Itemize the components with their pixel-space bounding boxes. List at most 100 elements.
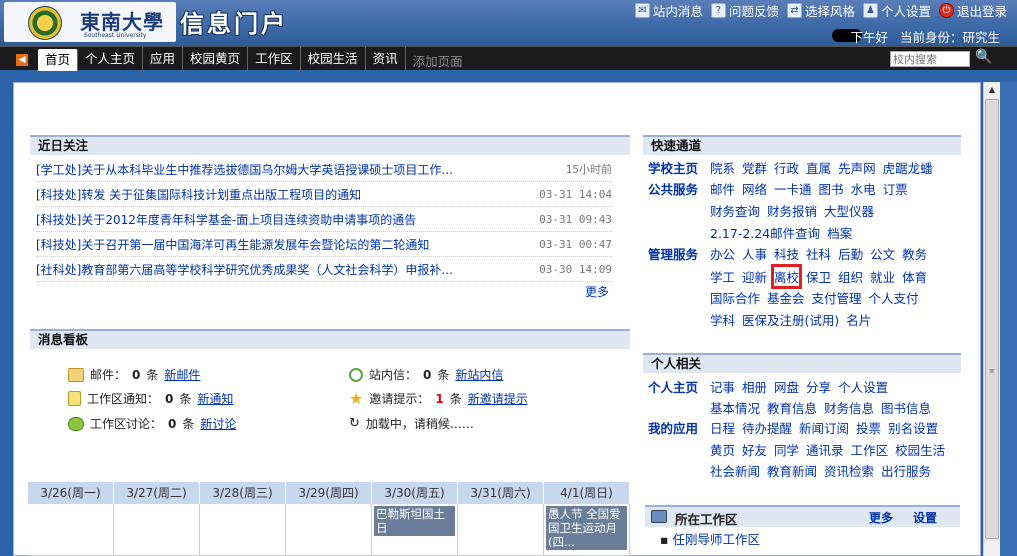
calendar-cell[interactable]: [114, 504, 200, 556]
quick-link[interactable]: 直属: [806, 158, 831, 177]
tab-news[interactable]: 资讯: [366, 47, 406, 71]
news-item-title[interactable]: [科技处]转发 关于征集国际科技计划重点出版工程项目的通知: [36, 186, 476, 203]
quick-link[interactable]: 一卡通: [774, 179, 812, 198]
quick-link[interactable]: 财务查询: [710, 201, 760, 220]
quick-link[interactable]: 先声网: [838, 158, 876, 177]
quick-link[interactable]: 后勤: [838, 244, 863, 263]
university-logo[interactable]: 東南大學 Southeast University: [4, 2, 176, 42]
workspace-settings-link[interactable]: 设置: [913, 509, 937, 526]
news-item[interactable]: [科技处]关于召开第一届中国海洋可再生能源发展年会暨论坛的第二轮通知 03-31 …: [36, 232, 612, 257]
personal-link[interactable]: 分享: [806, 377, 831, 396]
news-item-title[interactable]: [科技处]关于2012年度青年科学基金-面上项目连续资助申请事项的通告: [36, 211, 476, 228]
quick-link[interactable]: 财务报销: [767, 201, 817, 220]
calendar-event[interactable]: 巴勒斯坦国土日: [374, 506, 455, 536]
tab-workspace[interactable]: 工作区: [248, 47, 301, 71]
personal-link[interactable]: 图书信息: [881, 398, 931, 417]
news-item[interactable]: [科技处]转发 关于征集国际科技计划重点出版工程项目的通知 03-31 14:04: [36, 182, 612, 207]
personal-link[interactable]: 个人设置: [838, 377, 888, 396]
quick-link[interactable]: 办公: [710, 244, 735, 263]
calendar-cell[interactable]: [458, 504, 544, 556]
personal-link[interactable]: 教育信息: [767, 398, 817, 417]
app-link[interactable]: 投票: [856, 418, 881, 437]
my-apps-label[interactable]: 我的应用: [648, 418, 698, 437]
app-link[interactable]: 黄页: [710, 440, 735, 459]
quick-link[interactable]: 虎踞龙蟠: [883, 158, 933, 177]
workspace-item-link[interactable]: 任刚导师工作区: [672, 532, 760, 547]
news-more-link[interactable]: 更多: [585, 283, 609, 300]
app-link[interactable]: 通讯录: [806, 440, 844, 459]
calendar-day[interactable]: 4/1(周日): [544, 482, 630, 504]
manage-service-label[interactable]: 管理服务: [648, 244, 698, 263]
quick-link[interactable]: 网络: [742, 179, 767, 198]
personal-link[interactable]: 相册: [742, 377, 767, 396]
quick-link[interactable]: 个人支付: [869, 288, 919, 307]
personal-link[interactable]: 网盘: [774, 377, 799, 396]
scroll-thumb[interactable]: ≡: [985, 99, 999, 539]
app-link[interactable]: 社会新闻: [710, 461, 760, 480]
quick-link[interactable]: 国际合作: [710, 288, 760, 307]
news-item[interactable]: [科技处]关于2012年度青年科学基金-面上项目连续资助申请事项的通告 03-31…: [36, 207, 612, 232]
app-link[interactable]: 待办提醒: [742, 418, 792, 437]
app-link[interactable]: 日程: [710, 418, 735, 437]
tab-home[interactable]: 首页: [38, 49, 79, 71]
quick-link[interactable]: 公文: [870, 244, 895, 263]
quick-link[interactable]: 组织: [838, 267, 863, 286]
quick-link[interactable]: 水电: [851, 179, 876, 198]
tab-yellowpages[interactable]: 校园黄页: [183, 47, 249, 71]
app-link[interactable]: 同学: [774, 440, 799, 459]
calendar-cell[interactable]: [200, 504, 286, 556]
calendar-cell[interactable]: 愚人节 全国爱国卫生运动月(四...: [544, 504, 630, 556]
app-link[interactable]: 新闻订阅: [799, 418, 849, 437]
app-link[interactable]: 工作区: [851, 440, 889, 459]
quick-link[interactable]: 大型仪器: [824, 201, 874, 220]
quick-link[interactable]: 教务: [902, 244, 927, 263]
tab-apps[interactable]: 应用: [143, 47, 184, 71]
new-discuss-link[interactable]: 新讨论: [200, 415, 236, 432]
site-message-link[interactable]: ✉ 站内消息: [634, 1, 703, 20]
quick-link[interactable]: 学工: [710, 267, 735, 286]
quick-link[interactable]: 党群: [742, 158, 767, 177]
leave-school-link[interactable]: 离校: [771, 264, 803, 289]
calendar-day[interactable]: 3/31(周六): [458, 482, 544, 504]
quick-link[interactable]: 名片: [846, 310, 871, 329]
new-notice-link[interactable]: 新通知: [197, 390, 233, 407]
logout-link[interactable]: ⏻ 退出登录: [938, 1, 1007, 20]
quick-link[interactable]: 科技: [774, 244, 799, 263]
calendar-cell[interactable]: [286, 504, 372, 556]
tab-personal[interactable]: 个人主页: [78, 47, 144, 71]
quick-link[interactable]: 社科: [806, 244, 831, 263]
new-invite-link[interactable]: 新邀请提示: [468, 390, 528, 407]
personal-link[interactable]: 基本情况: [710, 398, 760, 417]
app-link[interactable]: 别名设置: [888, 418, 938, 437]
calendar-day[interactable]: 3/29(周四): [286, 482, 372, 504]
style-link[interactable]: ⇄ 选择风格: [786, 1, 855, 20]
calendar-day[interactable]: 3/30(周五): [372, 482, 458, 504]
quick-link[interactable]: 迎新: [742, 267, 767, 286]
tab-campus-life[interactable]: 校园生活: [301, 47, 366, 71]
quick-link[interactable]: 邮件: [710, 179, 735, 198]
new-mail-link[interactable]: 新邮件: [164, 366, 200, 383]
news-item[interactable]: [学工处]关于从本科毕业生中推荐选拔德国乌尔姆大学英语授课硕士项目工作... 15…: [36, 157, 612, 182]
public-service-label[interactable]: 公共服务: [648, 179, 698, 198]
scroll-up-arrow-icon[interactable]: ▲: [984, 82, 1000, 98]
collapse-arrow-icon[interactable]: ◀: [16, 54, 28, 66]
app-link[interactable]: 教育新闻: [767, 461, 817, 480]
quick-link[interactable]: 就业: [870, 267, 895, 286]
quick-link[interactable]: 院系: [710, 158, 735, 177]
app-link[interactable]: 校园生活: [895, 440, 945, 459]
app-link[interactable]: 好友: [742, 440, 767, 459]
search-icon[interactable]: 🔍: [975, 49, 993, 67]
workspace-more-link[interactable]: 更多: [869, 509, 893, 526]
school-home-label[interactable]: 学校主页: [648, 158, 698, 177]
calendar-day[interactable]: 3/27(周二): [114, 482, 200, 504]
calendar-cell[interactable]: 巴勒斯坦国土日: [372, 504, 458, 556]
news-item-title[interactable]: [社科处]教育部第六届高等学校科学研究优秀成果奖（人文社会科学）申报补...: [36, 261, 476, 278]
new-site-msg-link[interactable]: 新站内信: [455, 366, 503, 383]
quick-link[interactable]: 人事: [742, 244, 767, 263]
quick-link[interactable]: 2.17-2.24邮件查询: [710, 223, 820, 242]
quick-link[interactable]: 支付管理: [812, 288, 862, 307]
personal-link[interactable]: 财务信息: [824, 398, 874, 417]
feedback-link[interactable]: ? 问题反馈: [710, 1, 779, 20]
app-link[interactable]: 资讯检索: [824, 461, 874, 480]
calendar-cell[interactable]: [28, 504, 114, 556]
